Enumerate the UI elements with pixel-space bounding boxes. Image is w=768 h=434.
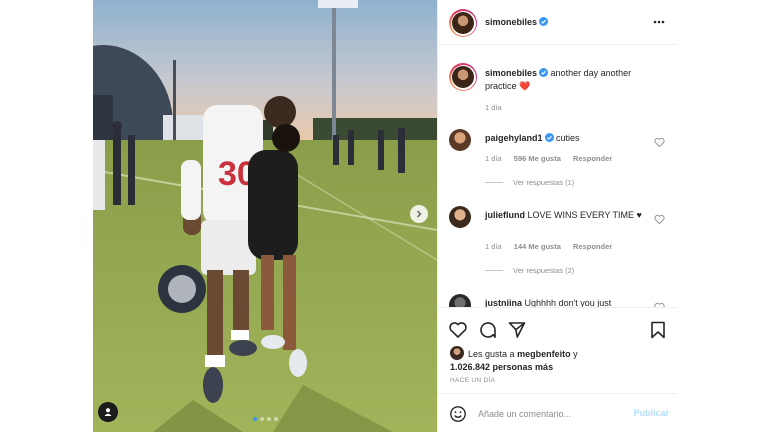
smiley-icon[interactable] [449,405,467,423]
carousel-dot [273,417,278,421]
view-replies-label: Ver respuestas (2) [513,266,575,275]
commenter-avatar[interactable] [449,206,471,228]
likes-prefix: Les gusta a [468,349,515,359]
comment-meta: 1 día 144 Me gusta Responder [485,242,622,251]
reply-button[interactable]: Responder [573,154,612,163]
caption-time: 1 día [485,103,502,112]
carousel-dot [266,417,271,421]
verified-badge-icon [544,133,554,142]
commenter-username[interactable]: julieflund [485,210,525,220]
bookmark-icon[interactable] [648,320,668,340]
more-horizontal-icon [653,20,665,24]
carousel-dot [259,417,264,421]
verified-badge-icon [539,68,549,77]
author-avatar[interactable] [449,9,477,37]
reply-button[interactable]: Responder [573,242,612,251]
more-options-button[interactable] [651,14,667,30]
comment-body: LOVE WINS EVERY TIME ♥ [527,210,642,220]
verified-badge-icon [539,17,549,26]
next-photo-button[interactable] [410,205,428,223]
comments-list[interactable]: simonebiles another day another practice… [438,45,677,307]
photo-illustration: 30 [93,0,437,432]
chevron-right-icon [417,210,422,218]
comment-time: 1 día [485,242,502,251]
comment-time: 1 día [485,154,502,163]
paper-plane-icon[interactable] [507,320,527,340]
caption-meta: 1 día [485,103,512,112]
comment-body: Ughhhh don't you just [524,298,612,307]
view-replies-button[interactable]: Ver respuestas (1) [485,178,574,187]
likes-summary: Les gusta a megbenfeito y 1.026.842 pers… [450,346,665,374]
commenter-avatar[interactable] [449,129,471,151]
comment-body: cuties [556,133,580,143]
commenter-username[interactable]: justniina [485,298,522,307]
view-replies-button[interactable]: Ver respuestas (2) [485,266,574,275]
commenter-username[interactable]: paigehyland1 [485,133,543,143]
heart-emoji: ❤️ [519,81,531,91]
likes-connector: y [573,349,578,359]
commenter-avatar[interactable] [449,294,471,307]
comment-likes[interactable]: 596 Me gusta [514,154,561,163]
comment-text: paigehyland1 cuties [485,132,645,145]
user-tag-icon [104,408,112,416]
post-side-panel: simonebiles simonebiles another day anot… [437,0,677,432]
likes-count[interactable]: 1.026.842 personas más [450,362,553,372]
comment-meta: 1 día 596 Me gusta Responder [485,154,622,163]
view-replies-label: Ver respuestas (1) [513,178,575,187]
comment-text: justniina Ughhhh don't you just [485,297,645,307]
post-actions: Les gusta a megbenfeito y 1.026.842 pers… [438,307,677,433]
comment-likes[interactable]: 144 Me gusta [514,242,561,251]
heart-icon[interactable] [448,320,468,340]
carousel-dot [252,417,257,421]
caption-username[interactable]: simonebiles [485,68,537,78]
caption-text: simonebiles another day another practice… [485,67,663,93]
carousel-indicator [93,417,437,421]
add-comment-bar: Publicar [438,393,677,434]
liker-username[interactable]: megbenfeito [517,349,571,359]
publish-button[interactable]: Publicar [633,408,669,418]
instagram-post: 30 simonebiles simonebiles another day a… [93,0,677,432]
author-username[interactable]: simonebiles [485,17,549,27]
caption-avatar[interactable] [449,63,477,91]
comment-like-icon[interactable] [654,137,665,148]
post-photo[interactable]: 30 [93,0,437,432]
comment-icon[interactable] [478,320,498,340]
comment-like-icon[interactable] [654,214,665,225]
comment-input[interactable] [478,407,618,421]
liker-avatar[interactable] [450,346,464,360]
comment-text: julieflund LOVE WINS EVERY TIME ♥ [485,209,645,222]
post-header: simonebiles [438,0,677,45]
post-timestamp[interactable]: HACE UN DÍA [450,377,495,384]
